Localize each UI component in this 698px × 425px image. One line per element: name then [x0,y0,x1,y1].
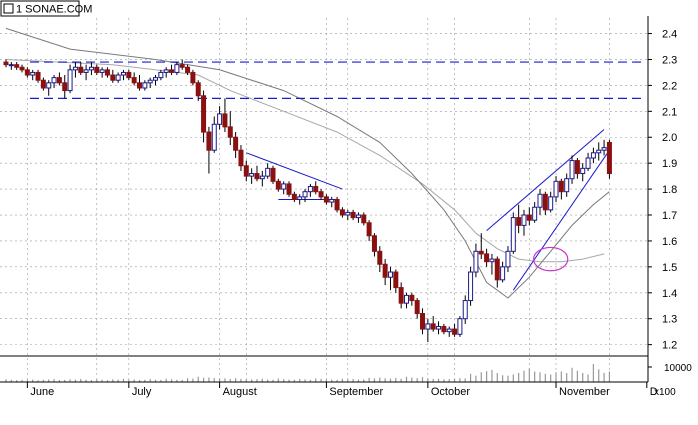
price-tick-label: 1.5 [662,262,677,274]
price-tick-label: 1.8 [662,184,677,196]
price-tick-label: 1.7 [662,210,677,222]
candle [510,212,516,254]
chart-title: 1 SONAE.COM [16,4,92,16]
price-tick-label: 2.0 [662,132,677,144]
volume-unit-label: x100 [654,387,676,398]
price-tick-label: 2.2 [662,80,677,92]
month-label: July [132,386,152,398]
price-tick-label: 1.2 [662,340,677,352]
candle [190,69,196,86]
month-label: November [559,386,610,398]
price-tick-label: 2.3 [662,54,677,66]
price-tick-label: 1.3 [662,314,677,326]
price-tick-label: 2.4 [662,29,677,41]
candle [286,181,292,197]
volume-tick-label: 10000 [664,363,692,374]
month-label: June [30,386,54,398]
candle [334,196,340,213]
month-label: August [223,386,257,398]
month-label: October [431,386,470,398]
chart-window: 1.2 1.3 1.4 1.5 1.6 1.7 1.8 1.9 2.0 2.1 2.2 2.3 2.4 1… [0,0,698,420]
month-label: September [329,386,383,398]
candle [606,139,612,179]
price-tick-label: 1.9 [662,158,677,170]
price-tick-label: 1.4 [662,288,677,300]
candlestick-chart: 1.2 1.3 1.4 1.5 1.6 1.7 1.8 1.9 2.0 2.1 2.2 2.3 2.4 1… [0,0,698,420]
candle [457,316,463,337]
candle [270,165,276,184]
price-tick-label: 2.1 [662,106,677,118]
price-tick-label: 1.6 [662,236,677,248]
candle [468,266,474,306]
